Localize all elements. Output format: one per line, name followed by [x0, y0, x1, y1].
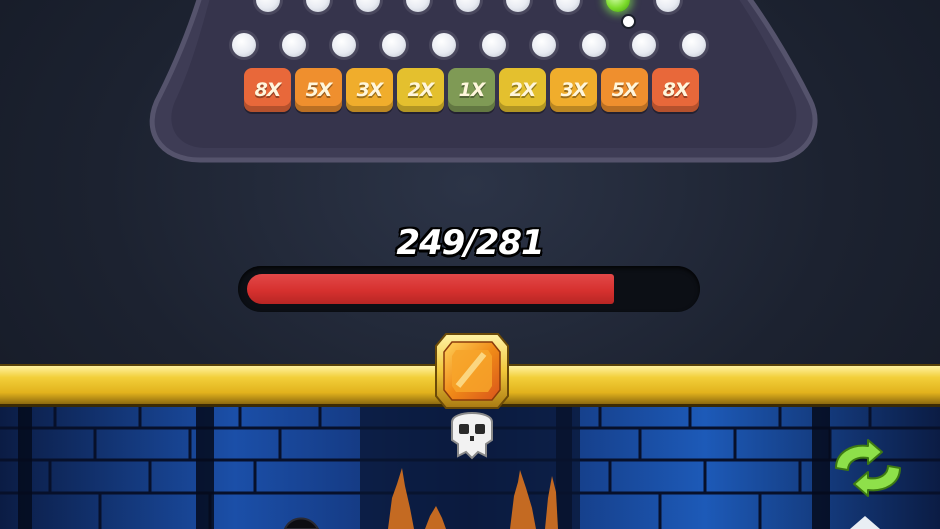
- multiplier-slot: 8X: [244, 68, 291, 112]
- multiplier-slot: 8X: [652, 68, 699, 112]
- peg: [506, 0, 530, 12]
- peg: [456, 0, 480, 12]
- peg: [356, 0, 380, 12]
- multiplier-slot: 5X: [601, 68, 648, 112]
- multiplier-slot: 3X: [550, 68, 597, 112]
- peg-row: [0, 33, 940, 63]
- multiplier-slot: 1X: [448, 68, 495, 112]
- multiplier-slot: 2X: [397, 68, 444, 112]
- peg: [306, 0, 330, 12]
- health-bar-fill: [247, 274, 614, 304]
- multiplier-slots: 8X 5X 3X 2X 1X 2X 3X 5X 8X: [0, 68, 940, 118]
- peg: [482, 33, 506, 57]
- peg: [332, 33, 356, 57]
- peg: [256, 0, 280, 12]
- peg: [232, 33, 256, 57]
- peg: [432, 33, 456, 57]
- peg: [282, 33, 306, 57]
- peg: [406, 0, 430, 12]
- peg: [582, 33, 606, 57]
- peg: [532, 33, 556, 57]
- peg: [656, 0, 680, 12]
- peg: [632, 33, 656, 57]
- plinko-ball: [623, 16, 634, 27]
- health-text: 249/281: [396, 223, 544, 263]
- peg: [382, 33, 406, 57]
- plinko-board: 8X 5X 3X 2X 1X 2X 3X 5X 8X: [0, 0, 940, 170]
- multiplier-slot: 3X: [346, 68, 393, 112]
- peg-row: [0, 0, 940, 18]
- multiplier-slot: 2X: [499, 68, 546, 112]
- skull-icon: [451, 412, 493, 460]
- multiplier-slot: 5X: [295, 68, 342, 112]
- gem-skull-marker: [432, 330, 512, 460]
- peg: [606, 0, 630, 12]
- health-bar: [238, 266, 700, 312]
- peg: [682, 33, 706, 57]
- green-cycle-arrows-icon[interactable]: [826, 438, 910, 498]
- peg: [556, 0, 580, 12]
